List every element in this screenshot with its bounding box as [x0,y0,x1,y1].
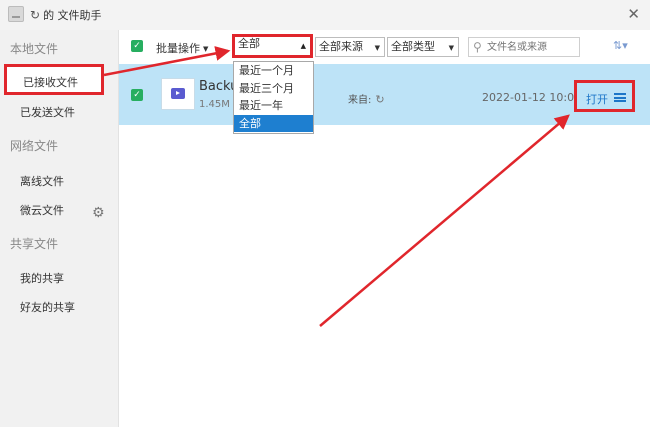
annotation-arrows [103,46,570,327]
arrow-to-time-filter [103,46,231,77]
arrow-to-open-button [319,114,570,327]
